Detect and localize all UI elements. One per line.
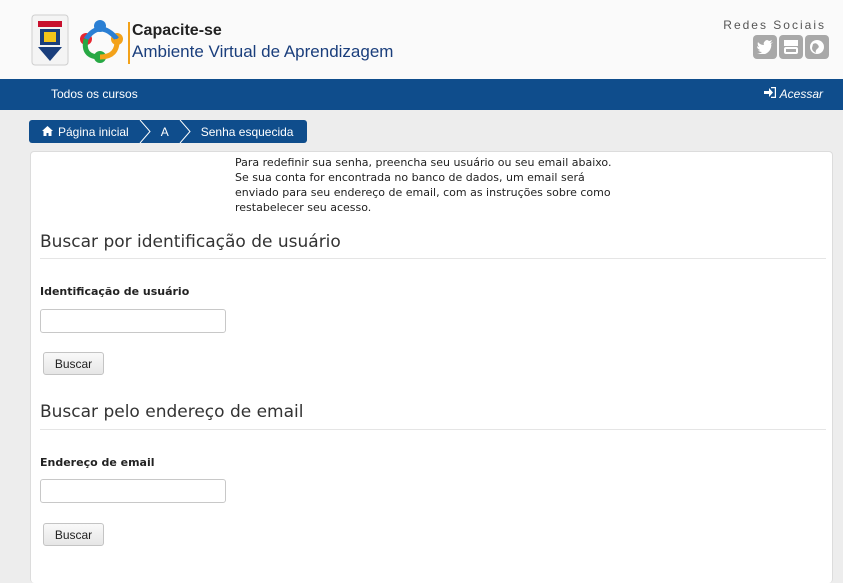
breadcrumb-separator (139, 120, 151, 143)
brand-divider (128, 22, 130, 64)
username-input[interactable] (40, 309, 226, 333)
social-title: Redes Sociais (723, 18, 826, 32)
username-section-heading: Buscar por identificação de usuário (40, 232, 341, 252)
email-input[interactable] (40, 479, 226, 503)
breadcrumb-item-a[interactable]: A (151, 120, 179, 143)
email-section-heading: Buscar pelo endereço de email (40, 402, 304, 422)
login-link[interactable]: Acessar (763, 86, 823, 101)
search-email-button[interactable]: Buscar (43, 523, 104, 546)
twitter-icon[interactable] (753, 35, 777, 59)
breadcrumb-home[interactable]: Página inicial (29, 120, 139, 143)
globe-icon[interactable] (805, 35, 829, 59)
divider (40, 258, 826, 259)
top-navbar: Todos os cursos Acessar (0, 79, 843, 110)
breadcrumb-home-label: Página inicial (58, 124, 129, 139)
main-panel: Para redefinir sua senha, preencha seu u… (30, 151, 833, 583)
intro-text: Para redefinir sua senha, preencha seu u… (235, 156, 612, 214)
breadcrumb-separator (179, 120, 191, 143)
username-label: Identificação de usuário (40, 285, 190, 298)
search-username-button[interactable]: Buscar (43, 352, 104, 375)
brand-subtitle: Ambiente Virtual de Aprendizagem (132, 42, 394, 61)
home-icon (42, 125, 53, 139)
all-courses-link[interactable]: Todos os cursos (51, 87, 138, 101)
login-label: Acessar (779, 87, 823, 101)
youtube-icon[interactable] (779, 35, 803, 59)
breadcrumb-current: Senha esquecida (200, 124, 294, 139)
site-logo[interactable] (30, 13, 128, 67)
brand-title: Capacite-se (132, 22, 222, 39)
email-label: Endereço de email (40, 456, 155, 469)
sign-in-icon (763, 86, 776, 101)
breadcrumb: Página inicial A Senha esquecida (29, 120, 308, 143)
site-header: Capacite-se Ambiente Virtual de Aprendiz… (0, 0, 843, 80)
social-icons (753, 35, 829, 59)
divider (40, 429, 826, 430)
